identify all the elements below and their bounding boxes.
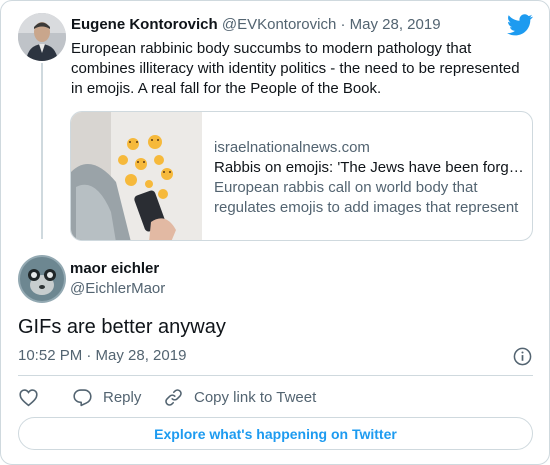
link-preview-card[interactable]: israelnationalnews.com Rabbis on emojis:… [70,111,533,241]
reply-author-handle[interactable]: @EichlerMaor [70,279,165,299]
actions-divider [18,375,533,376]
link-domain: israelnationalnews.com [214,139,370,156]
info-icon[interactable] [513,347,532,366]
reply-tweet-timestamp[interactable]: 10:52 PM · May 28, 2019 [18,346,186,366]
link-icon [165,388,182,406]
reply-author-avatar[interactable] [18,255,66,303]
parent-author-handle[interactable]: @EVKontorovich [222,16,336,33]
twitter-bird-icon[interactable] [507,14,533,36]
parent-tweet-text: European rabbinic body succumbs to moder… [71,40,520,97]
parent-tweet-header: Eugene Kontorovich @EVKontorovich · May … [71,15,441,35]
link-description-line: European rabbis call on world body that … [214,179,519,216]
header-separator: · [340,16,346,33]
reply-button[interactable]: Reply [72,386,141,408]
copy-link-label: Copy link to Tweet [194,388,317,406]
link-title: Rabbis on emojis: 'The Jews have been fo… [214,159,524,176]
reply-label: Reply [103,388,142,406]
explore-twitter-button[interactable]: Explore what's happening on Twitter [18,417,533,450]
reply-tweet-text: GIFs are better anyway [18,316,226,338]
parent-author-name[interactable]: Eugene Kontorovich [71,16,218,33]
heart-icon [19,388,38,406]
parent-tweet-date[interactable]: May 28, 2019 [350,16,441,33]
link-thumbnail-image [71,112,202,240]
reply-icon [73,388,92,406]
like-button[interactable] [18,386,49,408]
copy-link-button[interactable]: Copy link to Tweet [163,386,316,408]
thread-connector-line [41,63,43,239]
link-preview-text: israelnationalnews.com Rabbis on emojis:… [214,138,524,218]
embedded-tweet-card: Eugene Kontorovich @EVKontorovich · May … [0,0,550,465]
reply-author-name[interactable]: maor eichler [70,259,159,279]
parent-author-avatar[interactable] [18,13,66,61]
